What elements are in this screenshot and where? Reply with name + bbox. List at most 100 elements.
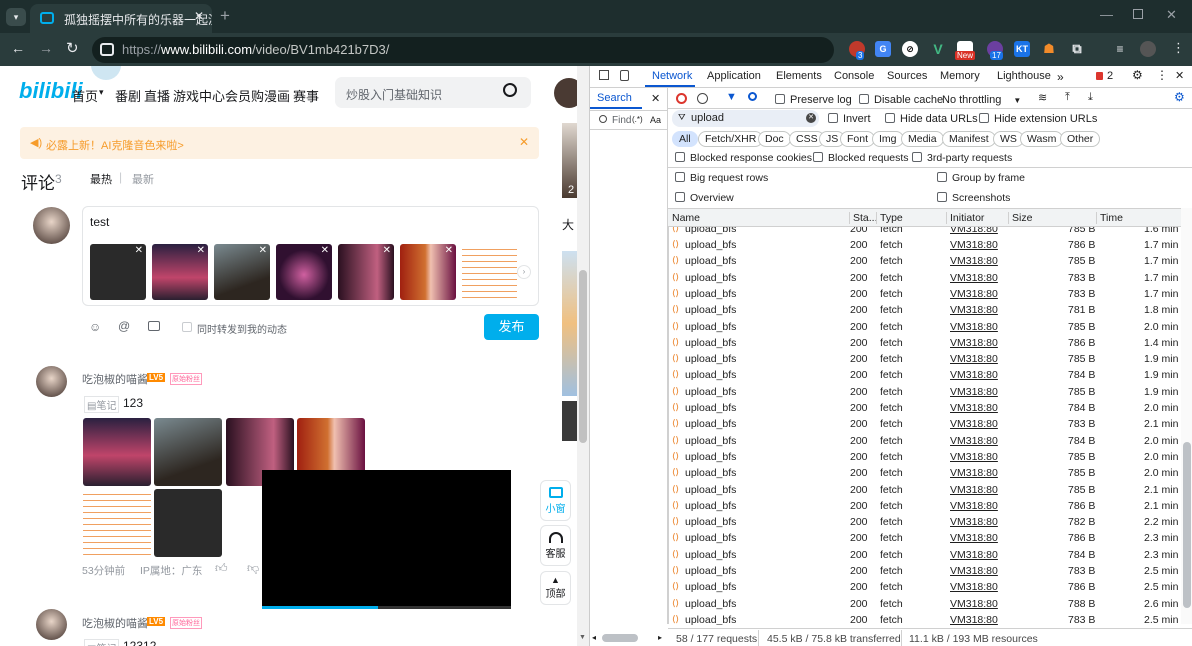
mini-window-button[interactable]: 小窗	[540, 480, 571, 521]
table-row[interactable]: ⟨⟩ upload_bfs 200 fetch VM318:80 783 B 1.7 min	[668, 286, 1181, 302]
cell-initiator[interactable]: VM318:80	[950, 255, 998, 267]
search-icon[interactable]	[503, 83, 517, 97]
horizontal-scrollbar[interactable]: ◂ ▸	[590, 632, 668, 644]
col-name[interactable]: Name	[672, 212, 700, 224]
orange-extension-icon[interactable]: ☗	[1041, 41, 1057, 57]
col-status[interactable]: Sta...	[849, 212, 878, 224]
table-row[interactable]: ⟨⟩ upload_bfs 200 fetch VM318:80 783 B 2.5 min	[668, 563, 1181, 579]
cell-initiator[interactable]: VM318:80	[950, 239, 998, 251]
upload-image-5[interactable]: ✕	[338, 244, 394, 300]
close-icon[interactable]: ✕	[519, 135, 529, 149]
cell-initiator[interactable]: VM318:80	[950, 227, 998, 235]
commenter-name[interactable]: 吃泡椒的喵酱	[82, 615, 148, 631]
filter-img[interactable]: Img	[872, 131, 904, 147]
translate-extension-icon[interactable]: G	[875, 41, 891, 57]
import-har-icon[interactable]: ⤒	[1065, 91, 1070, 104]
table-row[interactable]: ⟨⟩ upload_bfs 200 fetch VM318:80 786 B 2.1 min	[668, 498, 1181, 514]
commenter-name[interactable]: 吃泡椒的喵酱	[82, 371, 148, 387]
back-icon[interactable]: ←	[11, 40, 25, 56]
cell-initiator[interactable]: VM318:80	[950, 304, 998, 316]
tab-close-icon[interactable]: ✕	[194, 9, 204, 23]
upload-image-6[interactable]: ✕	[400, 244, 456, 300]
table-row[interactable]: ⟨⟩ upload_bfs 200 fetch VM318:80 785 B 1.7 min	[668, 253, 1181, 269]
site-info-icon[interactable]	[100, 43, 114, 56]
filter-fetch-xhr[interactable]: Fetch/XHR	[698, 131, 764, 147]
dislike-icon[interactable]: 👎︎	[247, 561, 259, 576]
new-tab-icon[interactable]: +	[220, 6, 230, 26]
inspect-icon[interactable]	[599, 70, 609, 80]
table-row[interactable]: ⟨⟩ upload_bfs 200 fetch VM318:80 785 B 1.9 min	[668, 384, 1181, 400]
commenter-avatar[interactable]	[36, 609, 67, 640]
table-row[interactable]: ⟨⟩ upload_bfs 200 fetch VM318:80 783 B 2.1 min	[668, 416, 1181, 432]
hide-data-urls-checkbox[interactable]: Hide data URLs	[885, 113, 978, 125]
clear-filter-icon[interactable]: ✕	[806, 113, 816, 123]
circle-extension-icon[interactable]: ⊘	[902, 41, 918, 57]
upload-image-2[interactable]: ✕	[152, 244, 208, 300]
nav-esports[interactable]: 赛事	[293, 86, 319, 105]
mini-video-player[interactable]	[262, 470, 511, 609]
close-devtools-icon[interactable]: ✕	[1175, 69, 1184, 82]
filter-manifest[interactable]: Manifest	[942, 131, 996, 147]
col-initiator[interactable]: Initiator	[946, 212, 984, 224]
col-time[interactable]: Time	[1096, 212, 1123, 224]
big-rows-checkbox[interactable]: Big request rows	[675, 172, 768, 184]
table-row[interactable]: ⟨⟩ upload_bfs 200 fetch VM318:80 781 B 1.8 min	[668, 302, 1181, 318]
table-row[interactable]: ⟨⟩ upload_bfs 200 fetch VM318:80 783 B 2.5 min	[668, 612, 1181, 625]
network-settings-icon[interactable]: ⚙	[1174, 90, 1185, 104]
image-icon[interactable]	[148, 321, 160, 331]
filter-media[interactable]: Media	[901, 131, 944, 147]
nav-live[interactable]: 直播	[144, 86, 170, 105]
comment-image-5[interactable]	[83, 489, 151, 557]
close-window-icon[interactable]: ✕	[1166, 7, 1177, 23]
tab-application[interactable]: Application	[707, 70, 761, 82]
regex-icon[interactable]: (.*)	[632, 115, 643, 124]
nav-mall[interactable]: 会员购	[225, 86, 264, 105]
remove-icon[interactable]: ✕	[445, 245, 453, 256]
overview-checkbox[interactable]: Overview	[675, 192, 734, 204]
cell-initiator[interactable]: VM318:80	[950, 516, 998, 528]
address-bar[interactable]: https://www.bilibili.com/video/BV1mb421b…	[92, 37, 834, 63]
remove-icon[interactable]: ✕	[383, 245, 391, 256]
more-tabs-icon[interactable]: »	[1057, 70, 1064, 84]
filter-other[interactable]: Other	[1060, 131, 1101, 147]
cell-initiator[interactable]: VM318:80	[950, 337, 998, 349]
upload-image-4[interactable]: ✕	[276, 244, 332, 300]
scroll-left-icon[interactable]: ◂	[592, 633, 596, 642]
upload-image-1[interactable]: ✕	[90, 244, 146, 300]
table-scrollbar-thumb[interactable]	[1183, 442, 1191, 608]
table-row[interactable]: ⟨⟩ upload_bfs 200 fetch VM318:80 786 B 2.3 min	[668, 530, 1181, 546]
at-icon[interactable]: @	[118, 319, 130, 333]
filter-wasm[interactable]: Wasm	[1020, 131, 1064, 147]
table-row[interactable]: ⟨⟩ upload_bfs 200 fetch VM318:80 785 B 2.1 min	[668, 482, 1181, 498]
table-row[interactable]: ⟨⟩ upload_bfs 200 fetch VM318:80 786 B 1.4 min	[668, 335, 1181, 351]
col-type[interactable]: Type	[876, 212, 903, 224]
settings-gear-icon[interactable]: ⚙	[1132, 68, 1143, 82]
customer-service-button[interactable]: 客服	[540, 525, 571, 566]
extensions-puzzle-icon[interactable]: ⧉	[1069, 41, 1085, 57]
scroll-right-icon[interactable]: ▸	[658, 633, 662, 642]
page-scrollbar[interactable]: ▼	[577, 66, 589, 646]
cell-initiator[interactable]: VM318:80	[950, 484, 998, 496]
scroll-down-icon[interactable]: ▼	[579, 634, 586, 641]
cell-initiator[interactable]: VM318:80	[950, 353, 998, 365]
issues-icon[interactable]	[1096, 72, 1103, 80]
table-row[interactable]: ⟨⟩ upload_bfs 200 fetch VM318:80 784 B 2.3 min	[668, 547, 1181, 563]
tab-console[interactable]: Console	[834, 70, 874, 82]
cell-initiator[interactable]: VM318:80	[950, 402, 998, 414]
sort-hot[interactable]: 最热	[90, 171, 112, 187]
device-toolbar-icon[interactable]	[620, 70, 629, 81]
cell-initiator[interactable]: VM318:80	[950, 500, 998, 512]
minimize-icon[interactable]: —	[1100, 7, 1113, 22]
back-to-top-button[interactable]: ▲ 顶部	[540, 571, 571, 605]
remove-icon[interactable]: ✕	[197, 245, 205, 256]
table-row[interactable]: ⟨⟩ upload_bfs 200 fetch VM318:80 784 B 1.9 min	[668, 367, 1181, 383]
comment-image-6[interactable]	[154, 489, 222, 557]
cell-initiator[interactable]: VM318:80	[950, 369, 998, 381]
tab-network[interactable]: Network	[652, 70, 692, 82]
forward-icon[interactable]: →	[39, 40, 53, 56]
like-icon[interactable]: 👍︎	[215, 561, 228, 576]
hscroll-thumb[interactable]	[602, 634, 638, 642]
media-control-icon[interactable]: ≡	[1112, 41, 1128, 57]
commenter-avatar[interactable]	[36, 366, 67, 397]
blocked-cookies-checkbox[interactable]: Blocked response cookies	[675, 152, 812, 164]
